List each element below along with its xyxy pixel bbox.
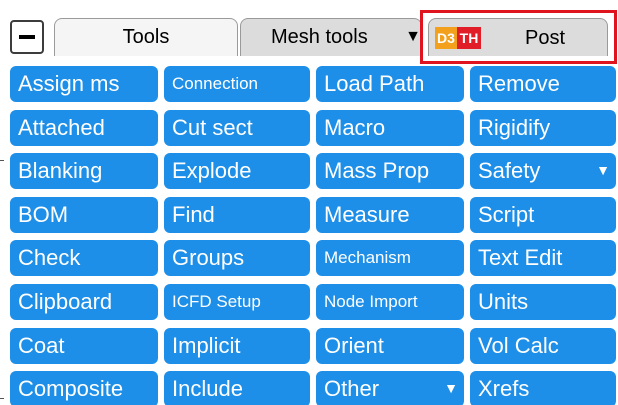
tool-button-coat[interactable]: Coat	[10, 328, 158, 364]
tab-post-label: Post	[525, 27, 566, 49]
tool-button-assign-ms[interactable]: Assign ms	[10, 66, 158, 102]
tool-button-label: ICFD Setup	[172, 292, 261, 311]
tool-button-load-path[interactable]: Load Path	[316, 66, 464, 102]
tool-button-label: Mass Prop	[324, 158, 430, 183]
tool-button-check[interactable]: Check	[10, 240, 158, 276]
tool-button-label: Clipboard	[18, 289, 113, 314]
collapse-button[interactable]	[10, 20, 44, 54]
tool-button-label: BOM	[18, 202, 69, 227]
tool-button-other[interactable]: Other ▼	[316, 371, 464, 405]
tool-button-vol-calc[interactable]: Vol Calc	[470, 328, 616, 364]
minus-icon	[19, 35, 35, 39]
tool-button-label: Find	[172, 202, 215, 227]
tool-button-label: Remove	[478, 71, 560, 96]
tool-button-label: Text Edit	[478, 245, 563, 270]
tool-button-bom[interactable]: BOM	[10, 197, 158, 233]
tool-button-icfd-setup[interactable]: ICFD Setup	[164, 284, 310, 320]
tab-tools[interactable]: Tools	[54, 18, 238, 56]
tool-button-text-edit[interactable]: Text Edit	[470, 240, 616, 276]
dropdown-arrow-icon: ▼	[596, 162, 610, 178]
tool-button-label: Explode	[172, 158, 252, 183]
tool-button-mass-prop[interactable]: Mass Prop	[316, 153, 464, 189]
tool-button-groups[interactable]: Groups	[164, 240, 310, 276]
tool-button-safety[interactable]: Safety ▼	[470, 153, 616, 189]
tool-button-clipboard[interactable]: Clipboard	[10, 284, 158, 320]
tool-button-include[interactable]: Include	[164, 371, 310, 405]
tool-button-label: Macro	[324, 115, 386, 140]
edge-tick	[0, 160, 4, 161]
th-logo-icon: TH	[457, 27, 481, 49]
tool-button-label: Safety	[478, 158, 541, 183]
tab-bar: Tools Mesh tools ▼ D3 TH Post	[0, 0, 618, 64]
tool-button-label: Check	[18, 245, 81, 270]
tool-button-label: Blanking	[18, 158, 103, 183]
tool-button-attached[interactable]: Attached	[10, 110, 158, 146]
tool-button-orient[interactable]: Orient	[316, 328, 464, 364]
tool-button-label: Script	[478, 202, 535, 227]
dropdown-arrow-icon: ▼	[405, 28, 421, 45]
tool-button-label: Include	[172, 376, 243, 401]
tool-button-node-import[interactable]: Node Import	[316, 284, 464, 320]
tool-button-label: Attached	[18, 115, 105, 140]
dropdown-arrow-icon: ▼	[444, 380, 458, 396]
tool-button-connection[interactable]: Connection	[164, 66, 310, 102]
tool-button-label: Node Import	[324, 292, 418, 311]
tab-tools-label: Tools	[122, 26, 170, 48]
tool-button-label: Groups	[172, 245, 245, 270]
tool-button-label: Composite	[18, 376, 124, 401]
tool-button-label: Mechanism	[324, 248, 411, 267]
tool-button-cut-sect[interactable]: Cut sect	[164, 110, 310, 146]
tool-button-label: Units	[478, 289, 529, 314]
tool-button-label: Other	[324, 376, 380, 401]
tool-button-label: Assign ms	[18, 71, 120, 96]
tool-button-macro[interactable]: Macro	[316, 110, 464, 146]
tool-button-xrefs[interactable]: Xrefs	[470, 371, 616, 405]
tool-button-script[interactable]: Script	[470, 197, 616, 233]
tool-button-label: Measure	[324, 202, 410, 227]
tool-button-explode[interactable]: Explode	[164, 153, 310, 189]
tool-button-remove[interactable]: Remove	[470, 66, 616, 102]
tool-button-label: Rigidify	[478, 115, 551, 140]
tool-button-label: Orient	[324, 333, 384, 358]
tool-button-label: Cut sect	[172, 115, 253, 140]
tool-button-blanking[interactable]: Blanking	[10, 153, 158, 189]
tool-button-label: Coat	[18, 333, 65, 358]
tool-button-label: Load Path	[324, 71, 425, 96]
tool-button-mechanism[interactable]: Mechanism	[316, 240, 464, 276]
d3-logo-icon: D3	[435, 27, 457, 49]
tool-button-label: Implicit	[172, 333, 241, 358]
tool-button-label: Vol Calc	[478, 333, 559, 358]
tool-button-units[interactable]: Units	[470, 284, 616, 320]
tab-mesh-tools-label: Mesh tools	[271, 26, 368, 48]
logo-t-text: TH	[459, 30, 479, 46]
tool-button-measure[interactable]: Measure	[316, 197, 464, 233]
logo-d-text: D3	[437, 30, 455, 46]
tool-button-composite[interactable]: Composite	[10, 371, 158, 405]
edge-tick	[0, 398, 4, 399]
tool-button-implicit[interactable]: Implicit	[164, 328, 310, 364]
tool-button-label: Xrefs	[478, 376, 530, 401]
tool-button-find[interactable]: Find	[164, 197, 310, 233]
tool-button-label: Connection	[172, 74, 259, 93]
tool-button-rigidify[interactable]: Rigidify	[470, 110, 616, 146]
tab-mesh-tools[interactable]: Mesh tools ▼	[240, 18, 422, 56]
tab-post[interactable]: D3 TH Post	[428, 18, 608, 56]
